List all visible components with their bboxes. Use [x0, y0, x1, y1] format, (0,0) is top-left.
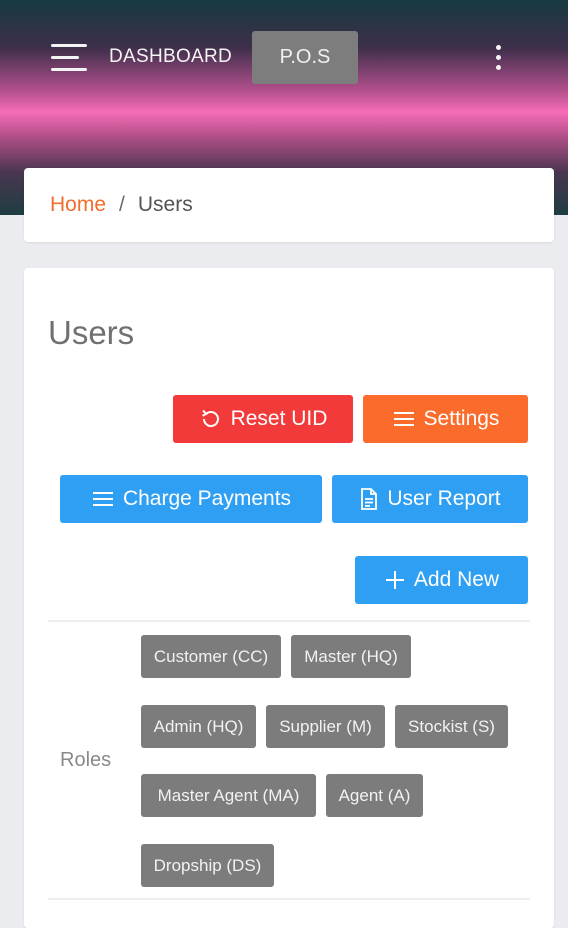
role-chip-dropship[interactable]: Dropship (DS) [141, 844, 274, 887]
role-chip-master[interactable]: Master (HQ) [291, 635, 411, 678]
plus-icon [384, 569, 406, 591]
user-report-label: User Report [387, 487, 501, 510]
role-chip-stockist[interactable]: Stockist (S) [395, 705, 508, 748]
divider [48, 620, 530, 622]
add-new-button[interactable]: Add New [355, 556, 528, 604]
breadcrumb-separator: / [119, 193, 125, 216]
roles-label: Roles [60, 749, 112, 771]
dashboard-link[interactable]: DASHBOARD [109, 46, 232, 68]
pos-button[interactable]: P.O.S [252, 31, 358, 84]
settings-label: Settings [423, 407, 500, 430]
role-chip-agent[interactable]: Agent (A) [326, 774, 423, 817]
breadcrumb: Home / Users [24, 168, 554, 242]
add-new-label: Add New [413, 568, 500, 591]
role-chip-supplier[interactable]: Supplier (M) [266, 705, 385, 748]
reset-uid-label: Reset UID [230, 407, 328, 430]
users-card: Users Reset UID Settings Charge Payments [24, 268, 554, 928]
page-title: Users [48, 314, 135, 351]
user-report-button[interactable]: User Report [332, 475, 528, 523]
role-chip-customer[interactable]: Customer (CC) [141, 635, 281, 678]
breadcrumb-current: Users [137, 193, 193, 216]
refresh-icon [199, 407, 223, 431]
settings-button[interactable]: Settings [363, 395, 528, 443]
reset-uid-button[interactable]: Reset UID [173, 395, 353, 443]
role-chip-master-agent[interactable]: Master Agent (MA) [141, 774, 316, 817]
charge-payments-button[interactable]: Charge Payments [60, 475, 322, 523]
vertical-dots-icon[interactable] [488, 42, 508, 74]
list-icon [392, 409, 416, 429]
document-icon [359, 487, 379, 511]
list-icon [91, 489, 115, 509]
hamburger-menu-icon[interactable] [51, 42, 87, 74]
charge-payments-label: Charge Payments [122, 487, 292, 510]
role-chip-admin[interactable]: Admin (HQ) [141, 705, 256, 748]
breadcrumb-home-link[interactable]: Home [50, 193, 106, 217]
